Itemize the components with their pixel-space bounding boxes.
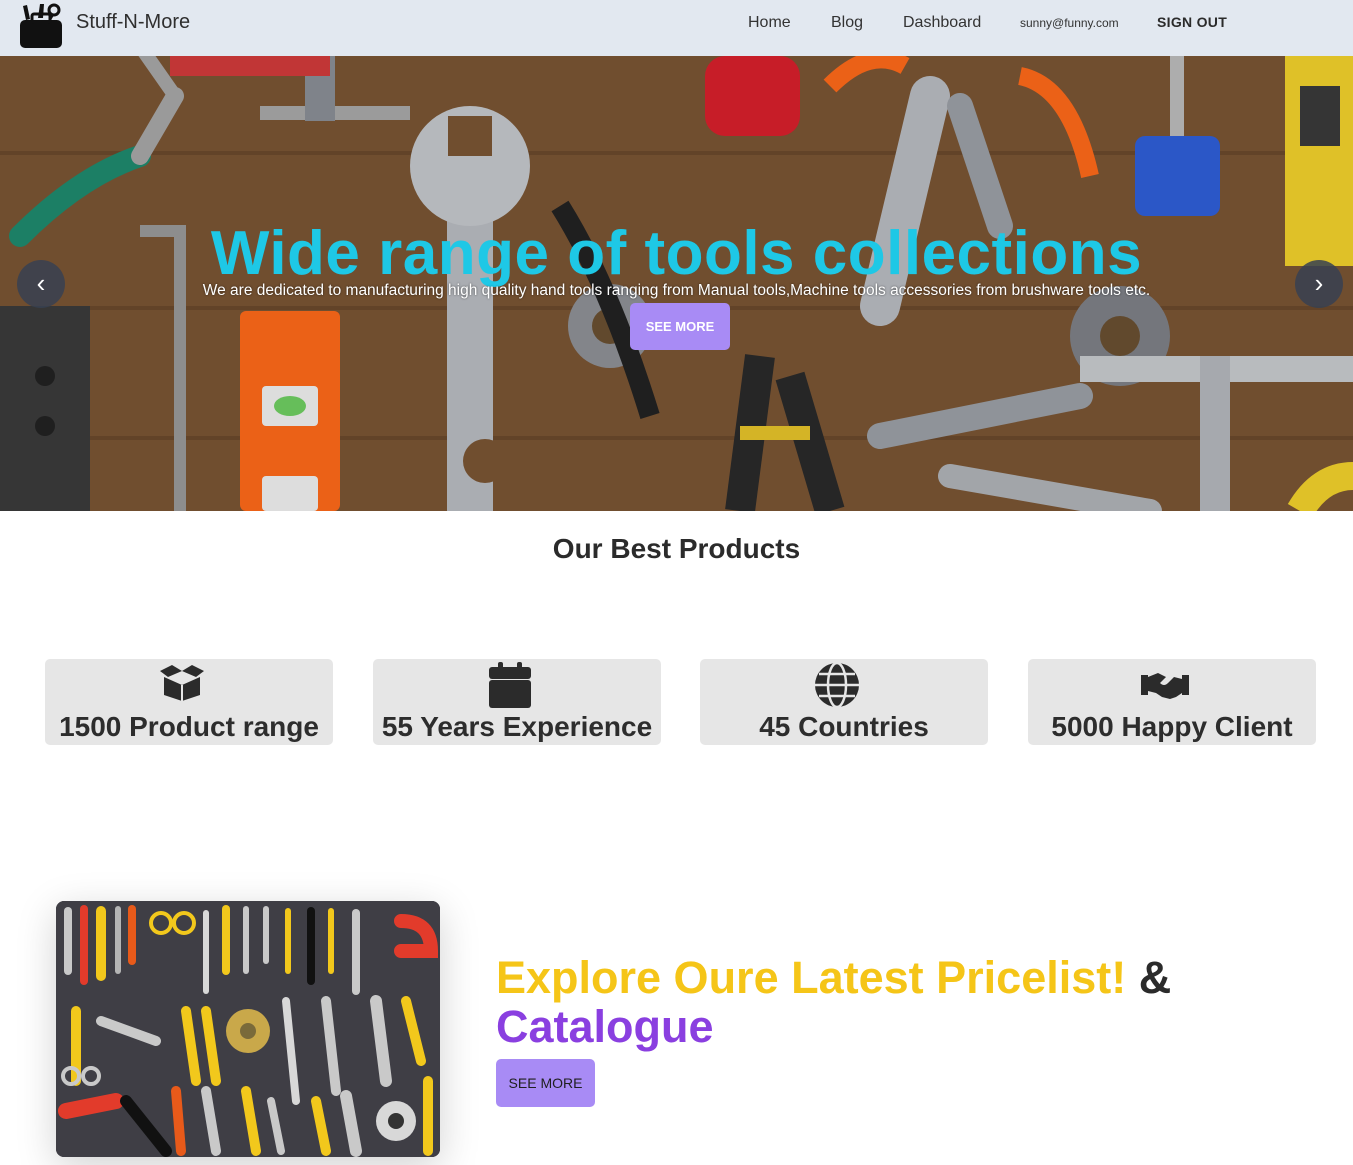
stat-card-products: 1500 Product range (45, 659, 333, 745)
sign-out-button[interactable]: SIGN OUT (1157, 14, 1227, 30)
navbar: Stuff-N-More Home Blog Dashboard sunny@f… (0, 0, 1353, 56)
stat-label: 5000 Happy Client (1051, 711, 1293, 742)
carousel-prev-icon[interactable]: ‹ (17, 260, 65, 308)
carousel-next-icon[interactable]: › (1295, 260, 1343, 308)
hero-carousel: Wide range of tools collections We are d… (0, 56, 1353, 511)
hero-title: Wide range of tools collections (210, 219, 1143, 288)
tools-catalogue-image (56, 901, 440, 1157)
stat-card-clients: 5000 Happy Client (1028, 659, 1316, 745)
tools-flatlay-image (56, 901, 440, 1157)
hero-subtitle: We are dedicated to manufacturing high q… (202, 282, 1151, 299)
stat-label: 45 Countries (759, 711, 929, 742)
globe-icon (815, 661, 859, 709)
catalogue-title-pricelist: Explore Oure Latest Pricelist! (496, 952, 1127, 1003)
catalogue-title-ampersand: & (1138, 952, 1172, 1003)
catalogue-title-catalogue: Catalogue (496, 1001, 714, 1052)
catalogue-see-more-button[interactable]: SEE MORE (496, 1059, 595, 1107)
catalogue-title: Explore Oure Latest Pricelist! & Catalog… (496, 953, 1296, 1051)
stat-card-countries: 45 Countries (700, 659, 988, 745)
hero-see-more-button[interactable]: SEE MORE (630, 303, 730, 350)
best-products-title: Our Best Products (552, 533, 801, 564)
box-icon (160, 665, 204, 701)
stat-label: 1500 Product range (59, 711, 319, 742)
stat-label: 55 Years Experience (381, 711, 653, 742)
nav-home-link[interactable]: Home (748, 14, 791, 32)
stat-card-experience: 55 Years Experience (373, 659, 661, 745)
user-email: sunny@funny.com (1020, 16, 1119, 30)
nav-dashboard-link[interactable]: Dashboard (903, 14, 981, 32)
nav-blog-link[interactable]: Blog (831, 14, 863, 32)
toolbox-logo-icon[interactable] (18, 2, 64, 50)
handshake-icon (1141, 673, 1189, 699)
calendar-icon (489, 662, 531, 708)
brand-name[interactable]: Stuff-N-More (76, 11, 190, 34)
